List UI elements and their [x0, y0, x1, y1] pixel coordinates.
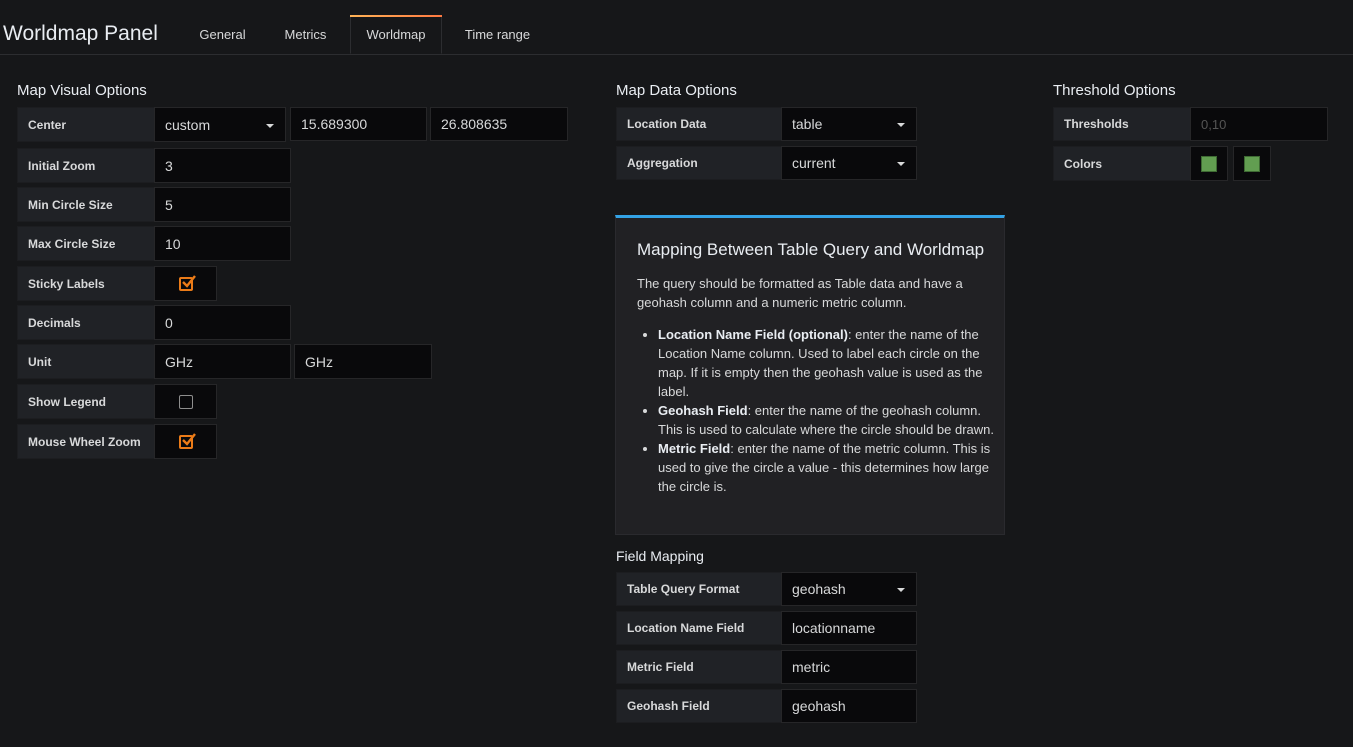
metric-field-label: Metric Field [616, 650, 782, 684]
mouse-wheel-zoom-checkbox[interactable] [154, 424, 217, 459]
min-circle-size-input[interactable]: 5 [154, 187, 291, 222]
table-query-format-value: geohash [792, 581, 846, 597]
map-data-options-heading: Map Data Options [616, 82, 737, 99]
location-data-label: Location Data [616, 107, 782, 141]
thresholds-label: Thresholds [1053, 107, 1191, 141]
checkmark-icon [178, 432, 196, 449]
panel-title: Worldmap Panel [3, 22, 158, 45]
info-list: Location Name Field (optional): enter th… [637, 325, 1003, 496]
aggregation-value: current [792, 155, 836, 171]
initial-zoom-label: Initial Zoom [17, 148, 155, 183]
tab-metrics[interactable]: Metrics [268, 15, 343, 54]
sticky-labels-checkbox[interactable] [154, 266, 217, 301]
location-data-select[interactable]: table [781, 107, 917, 141]
mouse-wheel-zoom-label: Mouse Wheel Zoom [17, 424, 155, 459]
unit-label: Unit [17, 344, 155, 379]
tab-time-range[interactable]: Time range [450, 15, 545, 54]
mapping-info-box: Mapping Between Table Query and Worldmap… [615, 215, 1005, 535]
center-select[interactable]: custom [154, 107, 286, 142]
tab-worldmap[interactable]: Worldmap [350, 15, 442, 54]
list-item: Location Name Field (optional): enter th… [658, 325, 1003, 401]
color-swatch-1[interactable] [1190, 146, 1228, 181]
decimals-input[interactable]: 0 [154, 305, 291, 340]
center-latitude-input[interactable]: 15.689300 [290, 107, 427, 141]
unit-preview[interactable]: GHz [294, 344, 432, 379]
max-circle-size-label: Max Circle Size [17, 226, 155, 261]
sticky-labels-label: Sticky Labels [17, 266, 155, 301]
location-name-field-label: Location Name Field [616, 611, 782, 645]
center-longitude-input[interactable]: 26.808635 [430, 107, 568, 141]
initial-zoom-input[interactable]: 3 [154, 148, 291, 183]
show-legend-checkbox[interactable] [154, 384, 217, 419]
color-swatch-2[interactable] [1233, 146, 1271, 181]
unit-input[interactable]: GHz [154, 344, 291, 379]
threshold-options-heading: Threshold Options [1053, 82, 1176, 99]
color-swatch-2-fill [1244, 155, 1260, 172]
panel-editor-header: Worldmap Panel General Metrics Worldmap … [0, 0, 1353, 55]
list-item: Metric Field: enter the name of the metr… [658, 439, 1003, 496]
min-circle-size-label: Min Circle Size [17, 187, 155, 222]
aggregation-label: Aggregation [616, 146, 782, 180]
map-visual-options-heading: Map Visual Options [17, 82, 147, 99]
list-item: Geohash Field: enter the name of the geo… [658, 401, 1003, 439]
geohash-field-input[interactable]: geohash [781, 689, 917, 723]
max-circle-size-input[interactable]: 10 [154, 226, 291, 261]
location-name-field-input[interactable]: locationname [781, 611, 917, 645]
table-query-format-label: Table Query Format [616, 572, 782, 606]
decimals-label: Decimals [17, 305, 155, 340]
info-title: Mapping Between Table Query and Worldmap [637, 240, 985, 259]
tab-general[interactable]: General [185, 15, 260, 54]
empty-checkbox-icon [178, 394, 193, 409]
metric-field-input[interactable]: metric [781, 650, 917, 684]
aggregation-select[interactable]: current [781, 146, 917, 180]
show-legend-label: Show Legend [17, 384, 155, 419]
location-data-value: table [792, 116, 823, 132]
color-swatch-1-fill [1201, 155, 1217, 172]
geohash-field-label: Geohash Field [616, 689, 782, 723]
info-intro: The query should be formatted as Table d… [637, 276, 963, 310]
table-query-format-select[interactable]: geohash [781, 572, 917, 606]
center-select-value: custom [165, 116, 211, 133]
center-label: Center [17, 107, 155, 142]
field-mapping-heading: Field Mapping [616, 548, 704, 564]
thresholds-input[interactable]: 0,10 [1190, 107, 1328, 141]
colors-label: Colors [1053, 146, 1191, 181]
checkmark-icon [178, 274, 196, 291]
